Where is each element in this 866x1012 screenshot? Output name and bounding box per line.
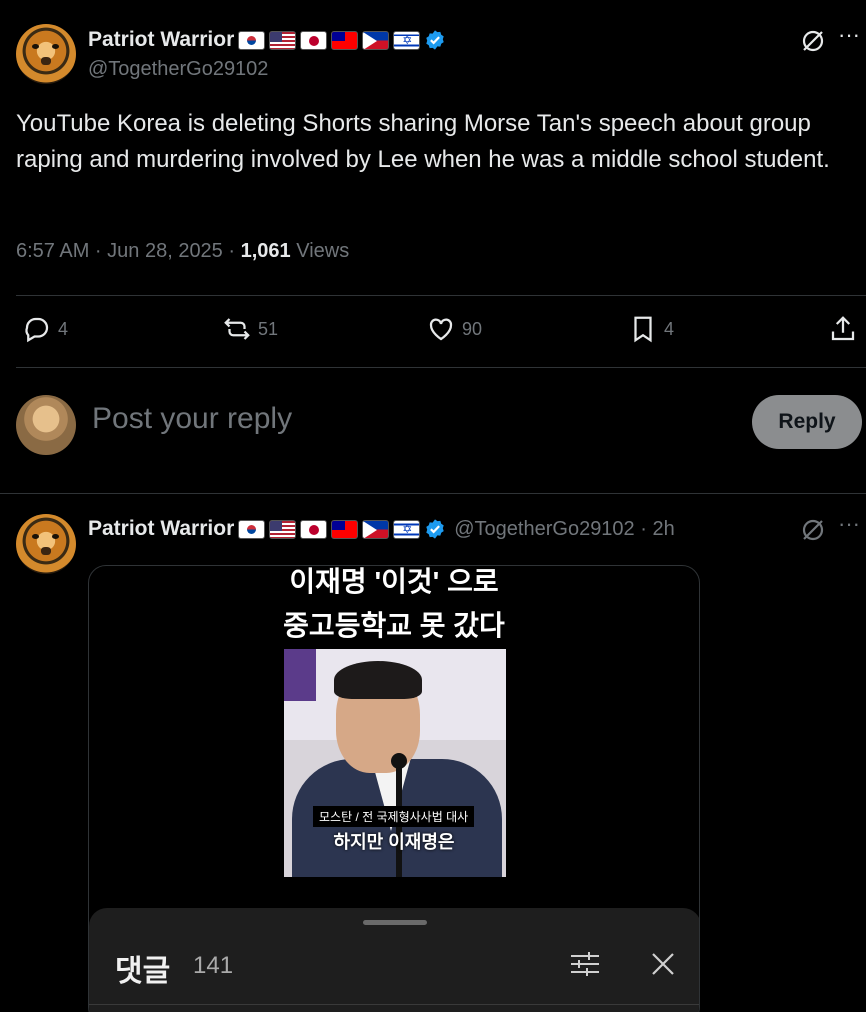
video-embed[interactable]: 이재명 '이것' 으로 중고등학교 못 갔다 모스탄 / 전 국제형사사법 대사… bbox=[88, 565, 700, 1012]
share-icon bbox=[831, 316, 855, 341]
heart-icon bbox=[429, 318, 453, 341]
bookmark-count: 4 bbox=[664, 318, 675, 339]
verified-badge-icon bbox=[426, 30, 444, 50]
south-korea-flag-icon bbox=[238, 519, 266, 539]
japan-flag-icon bbox=[300, 30, 328, 50]
more-options-icon[interactable]: ··· bbox=[838, 511, 860, 537]
sheet-drag-handle[interactable] bbox=[363, 920, 427, 925]
author-handle[interactable]: @TogetherGo29102 bbox=[88, 58, 268, 81]
philippines-flag-icon bbox=[362, 519, 390, 539]
bookmark-icon bbox=[634, 316, 652, 343]
repost-icon bbox=[224, 318, 250, 340]
taiwan-flag-icon bbox=[331, 519, 359, 539]
views-label: Views bbox=[290, 240, 350, 262]
south-korea-flag-icon bbox=[238, 30, 266, 50]
israel-flag-icon bbox=[393, 30, 421, 50]
sort-filter-icon[interactable] bbox=[569, 950, 601, 983]
author-display-name[interactable]: Patriot Warrior bbox=[88, 28, 234, 52]
bookmark-action-button[interactable]: 4 bbox=[628, 314, 674, 344]
reply-author-handle-time[interactable]: @TogetherGo29102 · 2h bbox=[454, 518, 674, 541]
post-meta: 6:57 AM · Jun 28, 2025 · 1,061 Views bbox=[16, 240, 349, 263]
comments-sheet: 댓글 141 bbox=[89, 908, 699, 1012]
reply-count: 4 bbox=[58, 318, 69, 339]
usa-flag-icon bbox=[269, 519, 297, 539]
comments-count: 141 bbox=[193, 952, 234, 979]
usa-flag-icon bbox=[269, 30, 297, 50]
divider bbox=[16, 367, 866, 368]
video-caption-top: 이재명 '이것' 으로 bbox=[289, 566, 499, 597]
post-timestamp[interactable]: 6:57 AM · Jun 28, 2025 · bbox=[16, 240, 241, 262]
divider bbox=[0, 493, 866, 494]
reply-icon bbox=[25, 317, 49, 343]
japan-flag-icon bbox=[300, 519, 328, 539]
like-action-button[interactable]: 90 bbox=[426, 314, 482, 344]
divider bbox=[89, 1004, 699, 1005]
philippines-flag-icon bbox=[362, 30, 390, 50]
like-count: 90 bbox=[462, 318, 483, 339]
reply-input[interactable]: Post your reply bbox=[92, 402, 292, 436]
close-icon[interactable] bbox=[649, 950, 677, 983]
repost-action-button[interactable]: 51 bbox=[222, 314, 278, 344]
reply-author-display-name[interactable]: Patriot Warrior bbox=[88, 517, 234, 541]
verified-badge-icon bbox=[426, 519, 444, 539]
repost-count: 51 bbox=[258, 318, 279, 339]
grok-icon[interactable] bbox=[800, 28, 826, 59]
reply-action-button[interactable]: 4 bbox=[22, 314, 68, 344]
video-caption-main: 중고등학교 못 갔다 bbox=[283, 610, 505, 641]
current-user-avatar[interactable] bbox=[16, 395, 76, 455]
views-count: 1,061 bbox=[240, 240, 291, 262]
grok-icon[interactable] bbox=[800, 517, 826, 548]
reply-author-avatar[interactable] bbox=[16, 514, 76, 574]
more-options-icon[interactable]: ··· bbox=[838, 22, 860, 48]
israel-flag-icon bbox=[393, 519, 421, 539]
reply-author-name-row: Patriot Warrior @TogetherGo29102 · 2h bbox=[88, 517, 675, 541]
speaker-tag: 모스탄 / 전 국제형사사법 대사 bbox=[313, 806, 475, 827]
post-text: YouTube Korea is deleting Shorts sharing… bbox=[16, 110, 830, 173]
author-name-row: Patriot Warrior bbox=[88, 28, 446, 52]
comments-title: 댓글 bbox=[115, 955, 171, 988]
share-action-button[interactable] bbox=[828, 314, 858, 344]
reply-button[interactable]: Reply bbox=[752, 395, 862, 449]
taiwan-flag-icon bbox=[331, 30, 359, 50]
video-subtitle: 하지만 이재명은 bbox=[333, 832, 455, 852]
author-avatar[interactable] bbox=[16, 24, 76, 84]
divider bbox=[16, 295, 866, 296]
